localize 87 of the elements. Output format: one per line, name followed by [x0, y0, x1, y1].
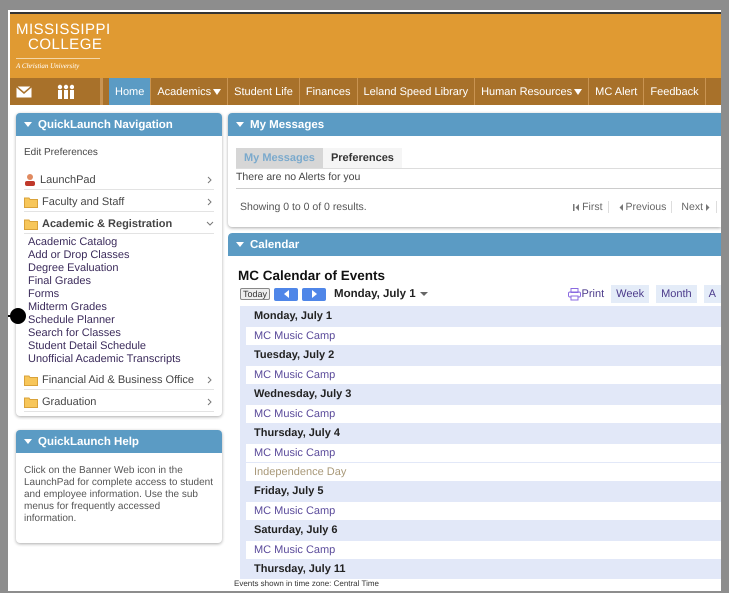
people-icon[interactable] [56, 84, 74, 99]
next-icon [705, 202, 711, 212]
menu-link[interactable]: Forms [28, 288, 60, 301]
day-heading: Wednesday, July 3 [253, 387, 352, 402]
menu-link[interactable]: Final Grades [28, 275, 91, 288]
chevron-right-icon [206, 398, 214, 406]
printer-icon [568, 288, 581, 300]
person-icon [24, 173, 36, 186]
nav-tab[interactable]: MC Alert [589, 78, 644, 105]
pager-link[interactable]: Previous [612, 201, 672, 213]
panel-title: Calendar [250, 238, 300, 250]
college-logo-text: COLLEGE [27, 37, 104, 52]
event-entry[interactable]: MC Music Camp [246, 405, 721, 423]
day-heading: Thursday, July 4 [253, 426, 341, 441]
panel-title: QuickLaunch Help [38, 436, 139, 448]
print-link[interactable]: Print [568, 288, 604, 300]
time-zone-note: Events shown in time zone: Central Time [233, 579, 380, 589]
menu-link[interactable]: Add or Drop Classes [28, 249, 130, 262]
panel-title: My Messages [250, 118, 324, 130]
mail-icon[interactable] [16, 86, 32, 98]
today-button[interactable]: Today [240, 288, 270, 300]
messages-tab[interactable]: Preferences [322, 148, 402, 168]
college-logo-text: MISSISSIPPI [16, 22, 111, 37]
caret-icon [24, 121, 32, 128]
menu-folder-label: Academic & Registration [42, 218, 174, 230]
chevron-right-icon [206, 176, 214, 184]
pager-link[interactable]: Next [676, 201, 717, 213]
menu-folder-label: LaunchPad [40, 174, 97, 186]
chevron-right-icon [206, 376, 214, 384]
menu-link[interactable]: Schedule Planner [28, 314, 115, 327]
day-heading: Saturday, July 6 [253, 523, 339, 538]
dropdown-caret-icon[interactable] [420, 292, 428, 296]
menu-folder-row[interactable]: Financial Aid & Business Office [24, 370, 214, 390]
event-entry[interactable]: MC Music Camp [246, 502, 721, 520]
folder-icon [24, 218, 38, 230]
folder-icon [24, 196, 38, 208]
view-tab[interactable]: Month [656, 285, 697, 303]
menu-link[interactable]: Degree Evaluation [28, 262, 119, 275]
empty-message: There are no Alerts for you [236, 168, 721, 189]
chevron-right-icon [206, 198, 214, 206]
nav-tab[interactable]: Human Resources [475, 78, 590, 105]
folder-icon [24, 374, 38, 386]
pager-link[interactable]: First [568, 201, 609, 213]
edit-preferences-link[interactable]: Edit Preferences [24, 147, 98, 158]
nav-tab[interactable]: Leland Speed Library [358, 78, 476, 105]
chevron-down-icon [206, 220, 214, 228]
next-button[interactable] [302, 288, 326, 300]
day-heading: Monday, July 1 [253, 309, 334, 324]
menu-folder-row[interactable]: Graduation [24, 392, 214, 412]
menu-link[interactable]: Student Detail Schedule [28, 340, 146, 353]
panel-title: QuickLaunch Navigation [38, 118, 173, 130]
menu-folder-label: Graduation [42, 396, 98, 408]
left-arrow-icon [284, 290, 289, 298]
menu-folder-label: Financial Aid & Business Office [42, 374, 196, 386]
menu-folder-row[interactable]: Academic & Registration [24, 214, 214, 234]
caret-icon [236, 121, 244, 128]
day-heading: Thursday, July 11 [253, 562, 347, 577]
caret-icon [24, 438, 32, 445]
event-entry[interactable]: MC Music Camp [246, 327, 721, 345]
menu-folder-label: Faculty and Staff [42, 196, 126, 208]
view-tab[interactable]: Week [611, 285, 650, 303]
first-page-icon [573, 202, 580, 212]
menu-folder-row[interactable]: Faculty and Staff [24, 192, 214, 212]
view-tab[interactable]: A [704, 285, 721, 303]
previous-button[interactable] [274, 288, 298, 300]
menu-link[interactable]: Midterm Grades [28, 301, 107, 314]
current-date: Monday, July 1 [334, 288, 416, 300]
day-heading: Tuesday, July 2 [253, 348, 336, 363]
calendar-heading: MC Calendar of Events [238, 268, 386, 283]
caret-icon [236, 241, 244, 248]
menu-link[interactable]: Unofficial Academic Transcripts [28, 353, 181, 366]
menu-link[interactable]: Academic Catalog [28, 236, 118, 249]
right-arrow-icon [312, 290, 317, 298]
nav-tab[interactable]: Student Life [228, 78, 300, 105]
day-heading: Friday, July 5 [253, 484, 324, 499]
results-count: Showing 0 to 0 of 0 results. [240, 201, 367, 213]
nav-tab[interactable]: Feedback [644, 78, 706, 105]
menu-link[interactable]: Search for Classes [28, 327, 121, 340]
nav-tab[interactable]: Finances [300, 78, 358, 105]
menu-folder-row[interactable]: LaunchPad [24, 170, 214, 190]
help-text: Click on the Banner Web icon in the LaunchPad for complete access to student and employee information. Use the sub menus for frequently accessed information. [23, 464, 214, 526]
nav-tab[interactable]: Academics [151, 78, 228, 105]
previous-icon [618, 202, 624, 212]
event-entry[interactable]: MC Music Camp [246, 444, 721, 462]
event-entry[interactable]: MC Music Camp [246, 366, 721, 384]
event-entry[interactable]: MC Music Camp [246, 541, 721, 559]
folder-icon [24, 396, 38, 408]
